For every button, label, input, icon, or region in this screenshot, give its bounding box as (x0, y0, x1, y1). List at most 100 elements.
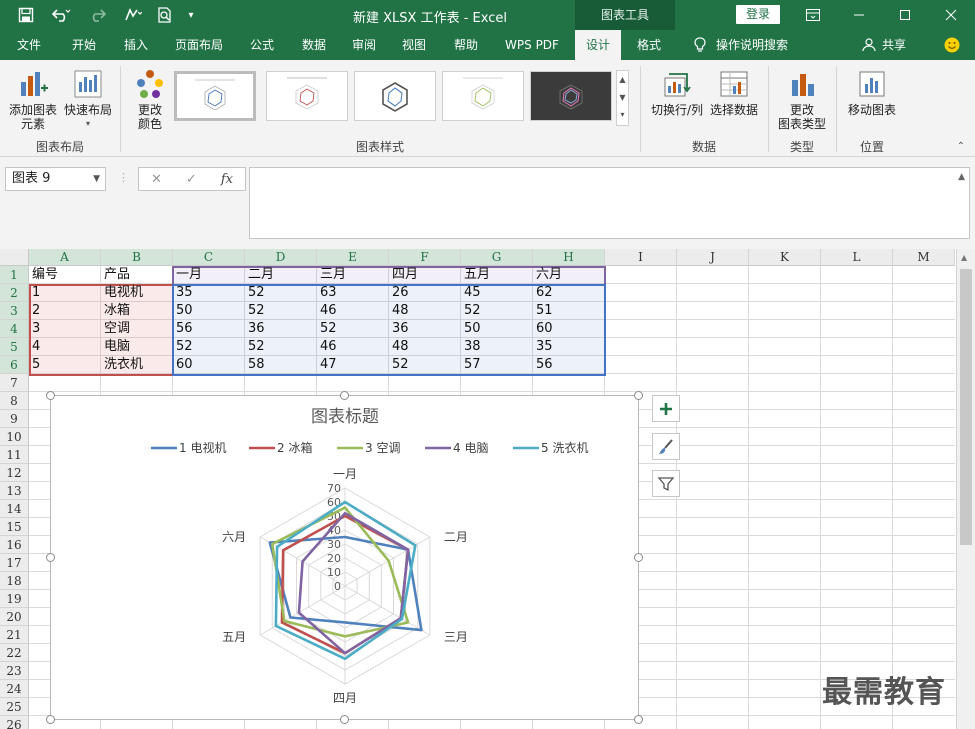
row-header-21[interactable]: 21 (0, 626, 29, 644)
row-header-14[interactable]: 14 (0, 500, 29, 518)
tab-home[interactable]: 开始 (62, 30, 106, 60)
formula-collapse-icon[interactable]: ▲ (958, 172, 965, 182)
chart-style-1[interactable] (174, 71, 256, 121)
header-cell[interactable]: 六月 (533, 266, 605, 284)
name-box[interactable]: 图表 9 ▼ (5, 167, 106, 191)
resize-handle-bottom[interactable] (340, 715, 349, 724)
tab-page-layout[interactable]: 页面布局 (168, 30, 230, 60)
vertical-scrollbar[interactable]: ▲ (956, 249, 975, 729)
table-cell[interactable]: 46 (317, 338, 389, 356)
redo-icon[interactable] (84, 5, 114, 25)
row-header-23[interactable]: 23 (0, 662, 29, 680)
chart-style-2[interactable] (266, 71, 348, 121)
close-icon[interactable] (928, 0, 974, 30)
select-data-button[interactable]: 选择数据 (706, 68, 762, 117)
column-header-e[interactable]: E (317, 249, 389, 266)
quick-layout-button[interactable]: 快速布局 ▾ (62, 68, 114, 131)
chart-title[interactable]: 图表标题 (311, 407, 379, 427)
row-header-13[interactable]: 13 (0, 482, 29, 500)
row-header-1[interactable]: 1 (0, 266, 29, 284)
row-header-19[interactable]: 19 (0, 590, 29, 608)
radar-series[interactable] (268, 500, 423, 661)
table-cell[interactable]: 52 (245, 284, 317, 302)
switch-row-column-button[interactable]: 切换行/列 (648, 68, 706, 117)
table-cell[interactable]: 52 (245, 302, 317, 320)
chart-legend[interactable]: 1 电视机 2 冰箱 3 空调 4 电脑 5 洗衣机 (151, 440, 588, 455)
column-header-l[interactable]: L (821, 249, 893, 266)
row-header-25[interactable]: 25 (0, 698, 29, 716)
header-cell[interactable]: 五月 (461, 266, 533, 284)
header-cell[interactable]: 四月 (389, 266, 461, 284)
legend-entry-3[interactable]: 3 空调 (337, 441, 400, 455)
enter-icon[interactable]: ✓ (186, 172, 197, 187)
print-preview-icon[interactable] (154, 5, 176, 25)
row-header-9[interactable]: 9 (0, 410, 29, 428)
table-cell[interactable]: 60 (533, 320, 605, 338)
formula-input[interactable]: ▲ (249, 167, 970, 239)
table-cell[interactable]: 4 (29, 338, 101, 356)
column-header-a[interactable]: A (29, 249, 101, 266)
column-header-b[interactable]: B (101, 249, 173, 266)
select-all-corner[interactable] (0, 249, 29, 266)
header-cell[interactable]: 编号 (29, 266, 101, 284)
row-header-4[interactable]: 4 (0, 320, 29, 338)
table-cell[interactable]: 56 (533, 356, 605, 374)
table-cell[interactable]: 50 (173, 302, 245, 320)
table-cell[interactable]: 50 (461, 320, 533, 338)
cancel-icon[interactable]: ✕ (151, 172, 162, 187)
tell-me-search[interactable]: 操作说明搜索 (712, 30, 792, 60)
table-cell[interactable]: 58 (245, 356, 317, 374)
row-header-15[interactable]: 15 (0, 518, 29, 536)
resize-handle-bottom-right[interactable] (634, 715, 643, 724)
table-cell[interactable]: 空调 (101, 320, 173, 338)
table-cell[interactable]: 冰箱 (101, 302, 173, 320)
table-cell[interactable]: 45 (461, 284, 533, 302)
table-cell[interactable]: 35 (173, 284, 245, 302)
minimize-icon[interactable] (836, 0, 882, 30)
table-cell[interactable]: 47 (317, 356, 389, 374)
column-header-j[interactable]: J (677, 249, 749, 266)
radar-chart[interactable]: 图表标题 1 电视机 2 冰箱 3 空调 4 电脑 5 洗衣机 0 10 20 30 40 50 6… (50, 395, 639, 720)
insert-function-icon[interactable]: fx (221, 172, 233, 187)
customize-qat-icon[interactable]: ▾ (182, 5, 200, 25)
table-cell[interactable]: 60 (173, 356, 245, 374)
column-header-g[interactable]: G (461, 249, 533, 266)
column-header-c[interactable]: C (173, 249, 245, 266)
undo-icon[interactable] (46, 5, 76, 25)
change-colors-button[interactable]: 更改 颜色 (128, 68, 172, 131)
column-header-h[interactable]: H (533, 249, 605, 266)
person-icon[interactable] (860, 30, 878, 60)
table-cell[interactable]: 52 (461, 302, 533, 320)
table-cell[interactable]: 36 (245, 320, 317, 338)
table-cell[interactable]: 56 (173, 320, 245, 338)
table-cell[interactable]: 52 (317, 320, 389, 338)
row-header-18[interactable]: 18 (0, 572, 29, 590)
table-cell[interactable]: 35 (533, 338, 605, 356)
add-chart-element-button[interactable]: 添加图表 元素 (6, 68, 60, 131)
name-box-dropdown-icon[interactable]: ▼ (93, 168, 100, 190)
chart-styles-button[interactable] (652, 433, 680, 460)
smiley-icon[interactable] (940, 30, 964, 60)
table-cell[interactable]: 洗衣机 (101, 356, 173, 374)
tab-review[interactable]: 审阅 (342, 30, 386, 60)
table-cell[interactable]: 52 (173, 338, 245, 356)
column-header-k[interactable]: K (749, 249, 821, 266)
tab-format[interactable]: 格式 (626, 30, 672, 60)
tab-formulas[interactable]: 公式 (240, 30, 284, 60)
table-cell[interactable]: 3 (29, 320, 101, 338)
row-header-11[interactable]: 11 (0, 446, 29, 464)
table-cell[interactable]: 48 (389, 338, 461, 356)
legend-entry-5[interactable]: 5 洗衣机 (513, 440, 588, 455)
tab-help[interactable]: 帮助 (444, 30, 488, 60)
scroll-up-arrow-icon[interactable]: ▲ (961, 253, 967, 262)
scroll-up-icon[interactable]: ▲ (617, 71, 628, 89)
header-cell[interactable]: 二月 (245, 266, 317, 284)
row-header-10[interactable]: 10 (0, 428, 29, 446)
row-header-26[interactable]: 26 (0, 716, 29, 729)
tab-insert[interactable]: 插入 (114, 30, 158, 60)
move-chart-button[interactable]: 移动图表 (844, 68, 900, 117)
tab-design[interactable]: 设计 (575, 30, 621, 60)
legend-entry-1[interactable]: 1 电视机 (151, 440, 226, 455)
table-cell[interactable]: 51 (533, 302, 605, 320)
resize-handle-top[interactable] (340, 391, 349, 400)
